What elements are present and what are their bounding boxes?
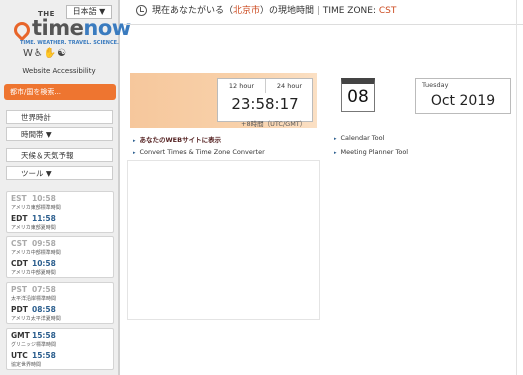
current-city-link[interactable]: 北京市 bbox=[233, 6, 260, 16]
tz-abbr: GMT bbox=[11, 331, 30, 340]
weekday: Tuesday bbox=[422, 81, 449, 89]
tz-row-utc[interactable]: UTC 15:58 協定世界時間 bbox=[7, 349, 113, 369]
tz-name: 太平洋沿岸標準時間 bbox=[11, 296, 57, 302]
tz-name: アメリカ中部標準時間 bbox=[11, 250, 61, 256]
tz-row-est[interactable]: EST 10:58 アメリカ東部標準時間 bbox=[7, 192, 113, 212]
current-time: 23:58:17 bbox=[231, 95, 299, 113]
add-to-website-link[interactable]: ▸ あなたのWEBサイトに表示 bbox=[133, 134, 221, 144]
accessibility-label[interactable]: Website Accessibility bbox=[0, 67, 118, 75]
tz-row-pst[interactable]: PST 07:58 太平洋沿岸標準時間 bbox=[7, 283, 113, 303]
tz-name: アメリカ太平洋夏時間 bbox=[11, 316, 61, 322]
content-panel bbox=[127, 160, 320, 320]
nav-world-clock[interactable]: 世界時計 bbox=[6, 110, 113, 124]
tz-abbr: CDT bbox=[11, 259, 28, 268]
bullet-icon: ▸ bbox=[133, 138, 136, 144]
time-converter-link[interactable]: ▸ Convert Times & Time Zone Converter bbox=[133, 148, 265, 156]
tz-time: 08:58 bbox=[32, 305, 56, 314]
utc-offset: +8時間（UTC/GMT） bbox=[241, 120, 307, 128]
calendar-icon[interactable]: 08 bbox=[341, 78, 375, 112]
tz-abbr: EDT bbox=[11, 214, 28, 223]
tab-24-hour[interactable]: 24 hour bbox=[265, 79, 313, 93]
bullet-icon: ▸ bbox=[334, 150, 337, 156]
page-header: 現在あなたがいる（北京市）の現地時間 | TIME ZONE: CST bbox=[124, 0, 523, 25]
logo-tagline: TIME. WEATHER. TRAVEL. SCIENCE. bbox=[20, 40, 119, 46]
nav-weather[interactable]: 天候＆天気予報 bbox=[6, 148, 113, 162]
sidebar: 日本語 ▼ THE timenow TIME. WEATHER. TRAVEL.… bbox=[0, 0, 131, 375]
tz-abbr: PST bbox=[11, 285, 28, 294]
tz-name: アメリカ中部夏時間 bbox=[11, 270, 56, 276]
tz-time: 11:58 bbox=[32, 214, 56, 223]
tz-time: 07:58 bbox=[32, 285, 56, 294]
logo-wordmark: timenow bbox=[32, 16, 131, 40]
tz-abbr: EST bbox=[11, 194, 27, 203]
site-logo[interactable]: THE timenow TIME. WEATHER. TRAVEL. SCIEN… bbox=[5, 10, 131, 46]
accessibility-icons[interactable]: W♿✋☯ bbox=[23, 48, 67, 59]
month-year: Oct 2019 bbox=[430, 93, 496, 109]
nav-time-zones[interactable]: 時間帯 ▼ bbox=[6, 127, 113, 141]
tz-group-central: CST 09:58 アメリカ中部標準時間 CDT 10:58 アメリカ中部夏時間 bbox=[6, 236, 114, 278]
tz-time: 15:58 bbox=[32, 331, 56, 340]
tz-group-universal: GMT 15:58 グリニッジ標準時間 UTC 15:58 協定世界時間 bbox=[6, 328, 114, 370]
tz-row-gmt[interactable]: GMT 15:58 グリニッジ標準時間 bbox=[7, 329, 113, 349]
bullet-icon: ▸ bbox=[334, 136, 337, 142]
tz-name: グリニッジ標準時間 bbox=[11, 342, 57, 348]
tz-name: アメリカ東部夏時間 bbox=[11, 225, 56, 231]
date-widget: Tuesday Oct 2019 bbox=[415, 78, 511, 114]
tz-name: アメリカ東部標準時間 bbox=[11, 205, 61, 211]
calendar-tool-link[interactable]: ▸ Calendar Tool bbox=[334, 134, 384, 142]
tz-time: 10:58 bbox=[32, 259, 56, 268]
meeting-planner-link[interactable]: ▸ Meeting Planner Tool bbox=[334, 148, 408, 156]
tab-12-hour[interactable]: 12 hour bbox=[218, 79, 265, 93]
tz-group-eastern: EST 10:58 アメリカ東部標準時間 EDT 11:58 アメリカ東部夏時間 bbox=[6, 191, 114, 233]
tz-time: 10:58 bbox=[32, 194, 56, 203]
nav-tools[interactable]: ツール ▼ bbox=[6, 166, 113, 180]
tz-abbr: UTC bbox=[11, 351, 28, 360]
tz-row-edt[interactable]: EDT 11:58 アメリカ東部夏時間 bbox=[7, 212, 113, 232]
tz-name: 協定世界時間 bbox=[11, 362, 42, 368]
page-title: 現在あなたがいる（北京市）の現地時間 | TIME ZONE: CST bbox=[152, 6, 397, 16]
tz-abbr: PDT bbox=[11, 305, 28, 314]
tz-row-pdt[interactable]: PDT 08:58 アメリカ太平洋夏時間 bbox=[7, 303, 113, 323]
page-divider bbox=[516, 0, 517, 375]
clock-widget: 12 hour 24 hour 23:58:17 bbox=[217, 78, 313, 122]
location-icon bbox=[136, 5, 147, 16]
time-zone-value: CST bbox=[378, 6, 397, 16]
tz-group-pacific: PST 07:58 太平洋沿岸標準時間 PDT 08:58 アメリカ太平洋夏時間 bbox=[6, 282, 114, 324]
tz-row-cst[interactable]: CST 09:58 アメリカ中部標準時間 bbox=[7, 237, 113, 257]
clock-format-tabs: 12 hour 24 hour bbox=[218, 79, 312, 93]
tz-abbr: CST bbox=[11, 239, 28, 248]
tz-row-cdt[interactable]: CDT 10:58 アメリカ中部夏時間 bbox=[7, 257, 113, 277]
location-pin-icon bbox=[10, 18, 34, 42]
tz-time: 15:58 bbox=[32, 351, 56, 360]
bullet-icon: ▸ bbox=[133, 150, 136, 156]
tz-time: 09:58 bbox=[32, 239, 56, 248]
city-search-input[interactable]: 都市/国を検索... bbox=[4, 84, 116, 100]
